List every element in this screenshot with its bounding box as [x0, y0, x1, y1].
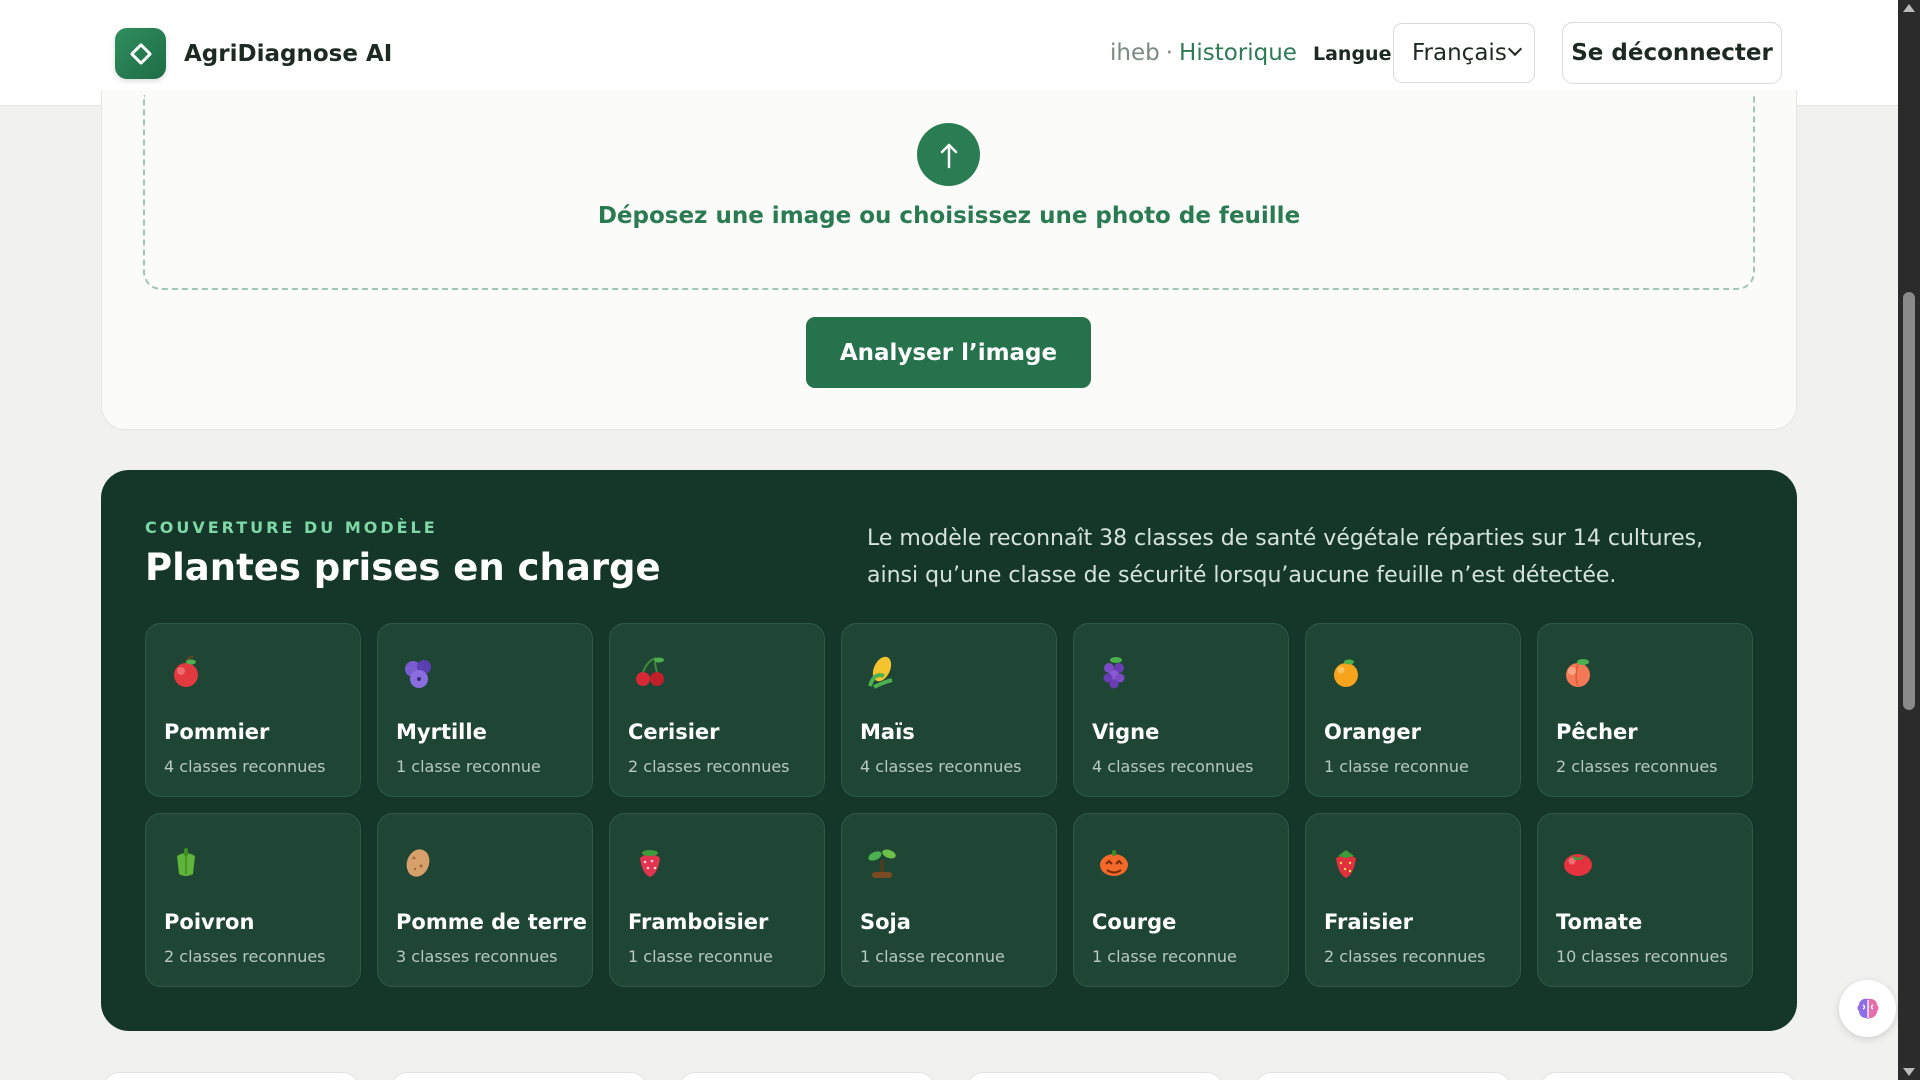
brand[interactable]: AgriDiagnose AI: [115, 28, 392, 79]
user-nav: iheb · Historique: [1110, 40, 1297, 66]
plant-name: Cerisier: [628, 720, 720, 744]
plant-class-count: 1 classe reconnue: [860, 947, 1005, 966]
plant-card-peach[interactable]: Pêcher 2 classes reconnues: [1537, 623, 1753, 797]
corn-icon: [868, 656, 893, 689]
plant-card-cherry[interactable]: Cerisier 2 classes reconnues: [609, 623, 825, 797]
squash-icon: [1100, 850, 1128, 876]
plant-name: Maïs: [860, 720, 915, 744]
apple-icon: [174, 656, 198, 687]
upload-arrow-icon[interactable]: [917, 123, 980, 186]
plant-class-count: 4 classes reconnues: [860, 757, 1022, 776]
plant-card-potato[interactable]: Pomme de terre 3 classes reconnues: [377, 813, 593, 987]
cherry-icon: [636, 657, 664, 686]
plant-name: Oranger: [1324, 720, 1421, 744]
plant-class-count: 1 classe reconnue: [1092, 947, 1237, 966]
coverage-eyebrow: COUVERTURE DU MODÈLE: [145, 518, 438, 537]
plant-card-apple[interactable]: Pommier 4 classes reconnues: [145, 623, 361, 797]
bottom-card: [103, 1072, 359, 1080]
language-select[interactable]: Français: [1393, 23, 1535, 83]
strawberry-icon: [1336, 850, 1356, 878]
analyze-image-button[interactable]: Analyser l’image: [806, 317, 1091, 388]
seedling-icon: [868, 849, 896, 878]
plant-class-count: 2 classes reconnues: [628, 757, 790, 776]
plant-card-squash[interactable]: Courge 1 classe reconnue: [1073, 813, 1289, 987]
raspberry-icon: [640, 850, 660, 877]
page-scrollbar[interactable]: [1898, 0, 1920, 1080]
brand-logo-icon: [115, 28, 166, 79]
plant-name: Myrtille: [396, 720, 487, 744]
plant-name: Pomme de terre: [396, 910, 587, 934]
plant-card-strawberry[interactable]: Fraisier 2 classes reconnues: [1305, 813, 1521, 987]
plant-card-pepper[interactable]: Poivron 2 classes reconnues: [145, 813, 361, 987]
plant-name: Pommier: [164, 720, 270, 744]
bottom-card: [679, 1072, 935, 1080]
coverage-title: Plantes prises en charge: [145, 546, 661, 589]
plant-name: Pêcher: [1556, 720, 1638, 744]
plant-card-corn[interactable]: Maïs 4 classes reconnues: [841, 623, 1057, 797]
scroll-thumb[interactable]: [1903, 292, 1915, 710]
chevron-down-icon: [1507, 41, 1523, 57]
nav-separator: ·: [1165, 40, 1174, 66]
blueberry-icon: [405, 660, 431, 688]
pepper-icon: [177, 848, 195, 876]
brand-name: AgriDiagnose AI: [184, 40, 393, 67]
plant-class-count: 4 classes reconnues: [1092, 757, 1254, 776]
grape-icon: [1103, 657, 1125, 689]
plant-class-count: 3 classes reconnues: [396, 947, 558, 966]
plant-name: Poivron: [164, 910, 255, 934]
plant-name: Courge: [1092, 910, 1177, 934]
plant-name: Soja: [860, 910, 911, 934]
tomato-icon: [1564, 854, 1592, 876]
plant-card-seedling[interactable]: Soja 1 classe reconnue: [841, 813, 1057, 987]
dropzone-prompt: Déposez une image ou choisissez une phot…: [597, 203, 1301, 229]
plant-class-count: 2 classes reconnues: [1324, 947, 1486, 966]
plant-class-count: 4 classes reconnues: [164, 757, 326, 776]
scroll-down-arrow-icon[interactable]: [1903, 1068, 1915, 1076]
coverage-description: Le modèle reconnaît 38 classes de santé …: [867, 526, 1704, 588]
plant-card-tomato[interactable]: Tomate 10 classes reconnues: [1537, 813, 1753, 987]
plant-card-raspberry[interactable]: Framboisier 1 classe reconnue: [609, 813, 825, 987]
plant-card-orange[interactable]: Oranger 1 classe reconnue: [1305, 623, 1521, 797]
bottom-card: [1255, 1072, 1511, 1080]
plant-class-count: 1 classe reconnue: [1324, 757, 1469, 776]
scroll-up-arrow-icon[interactable]: [1903, 4, 1915, 12]
plant-name: Framboisier: [628, 910, 769, 934]
plant-class-count: 1 classe reconnue: [396, 757, 541, 776]
assistant-button[interactable]: [1839, 980, 1896, 1037]
plant-class-count: 1 classe reconnue: [628, 947, 773, 966]
bottom-card: [1540, 1072, 1796, 1080]
peach-icon: [1566, 659, 1590, 687]
bottom-card: [967, 1072, 1223, 1080]
bottom-card: [391, 1072, 647, 1080]
plant-card-blueberry[interactable]: Myrtille 1 classe reconnue: [377, 623, 593, 797]
plant-name: Fraisier: [1324, 910, 1414, 934]
plant-class-count: 10 classes reconnues: [1556, 947, 1728, 966]
username: iheb: [1110, 40, 1160, 66]
plant-class-count: 2 classes reconnues: [1556, 757, 1718, 776]
plant-name: Tomate: [1556, 910, 1643, 934]
language-select-value: Français: [1412, 40, 1507, 66]
language-label: Langue: [1313, 43, 1392, 65]
logout-button[interactable]: Se déconnecter: [1562, 22, 1782, 84]
potato-icon: [406, 849, 430, 877]
plant-card-grape[interactable]: Vigne 4 classes reconnues: [1073, 623, 1289, 797]
brain-icon: [1857, 998, 1878, 1019]
plant-class-count: 2 classes reconnues: [164, 947, 326, 966]
orange-icon: [1334, 659, 1358, 687]
plant-name: Vigne: [1092, 720, 1160, 744]
history-link[interactable]: Historique: [1179, 40, 1297, 66]
